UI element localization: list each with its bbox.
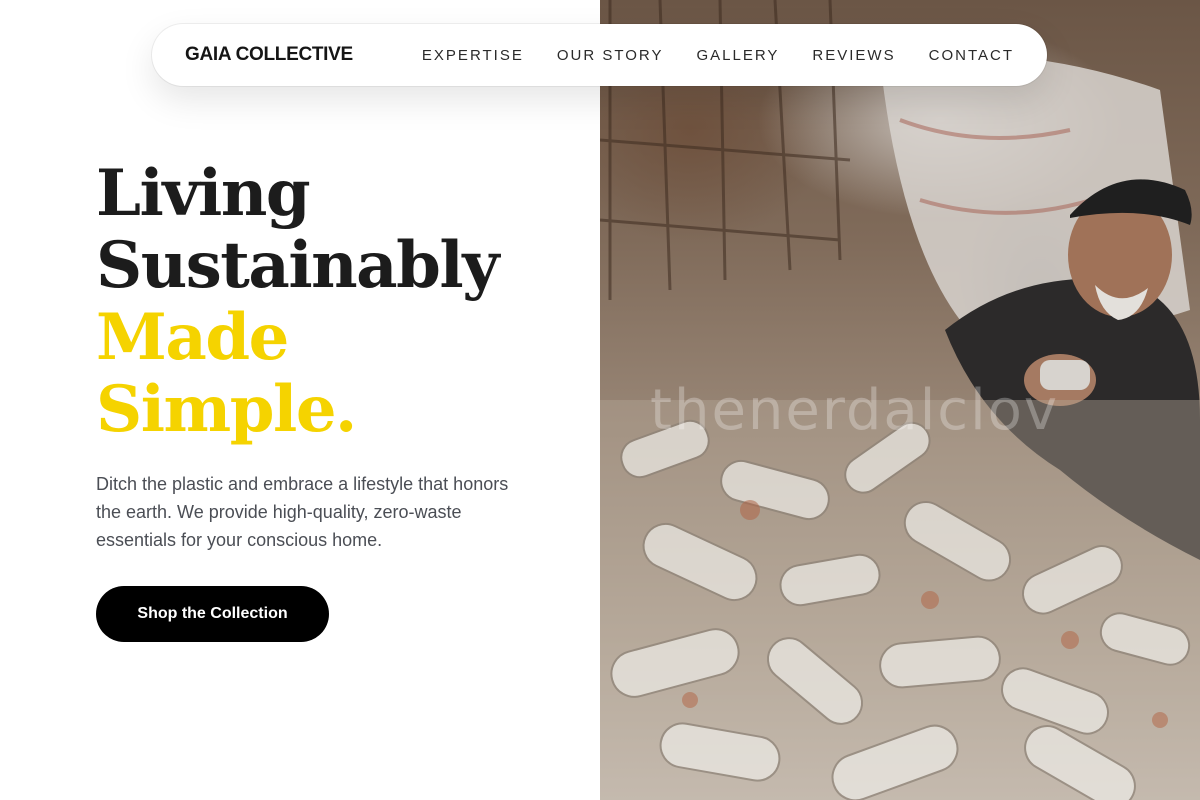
nav-link-contact[interactable]: CONTACT: [929, 47, 1014, 64]
hero-title-line-2: Sustainably: [96, 228, 499, 303]
nav-link-reviews[interactable]: REVIEWS: [812, 47, 895, 64]
bottle-pile: [600, 400, 1200, 800]
hero-title-line-4: Simple.: [96, 372, 357, 447]
hero-description: Ditch the plastic and embrace a lifestyl…: [96, 474, 509, 550]
nav-link-our-story[interactable]: OUR STORY: [557, 47, 664, 64]
hero-title-line-1: Living: [96, 156, 311, 231]
nav-link-gallery[interactable]: GALLERY: [696, 47, 779, 64]
top-navigation: GAIA COLLECTIVE EXPERTISE OUR STORY GALL…: [152, 24, 1047, 86]
brand-logo[interactable]: GAIA COLLECTIVE: [185, 44, 353, 66]
nav-link-expertise[interactable]: EXPERTISE: [422, 47, 524, 64]
hero-title: Living Sustainably Made Simple.: [96, 158, 576, 446]
hero-title-line-3: Made: [96, 300, 289, 375]
image-watermark: thenerdalclov: [650, 378, 1060, 443]
nav-links: EXPERTISE OUR STORY GALLERY REVIEWS CONT…: [422, 47, 1014, 64]
shop-collection-button[interactable]: Shop the Collection: [96, 586, 329, 642]
